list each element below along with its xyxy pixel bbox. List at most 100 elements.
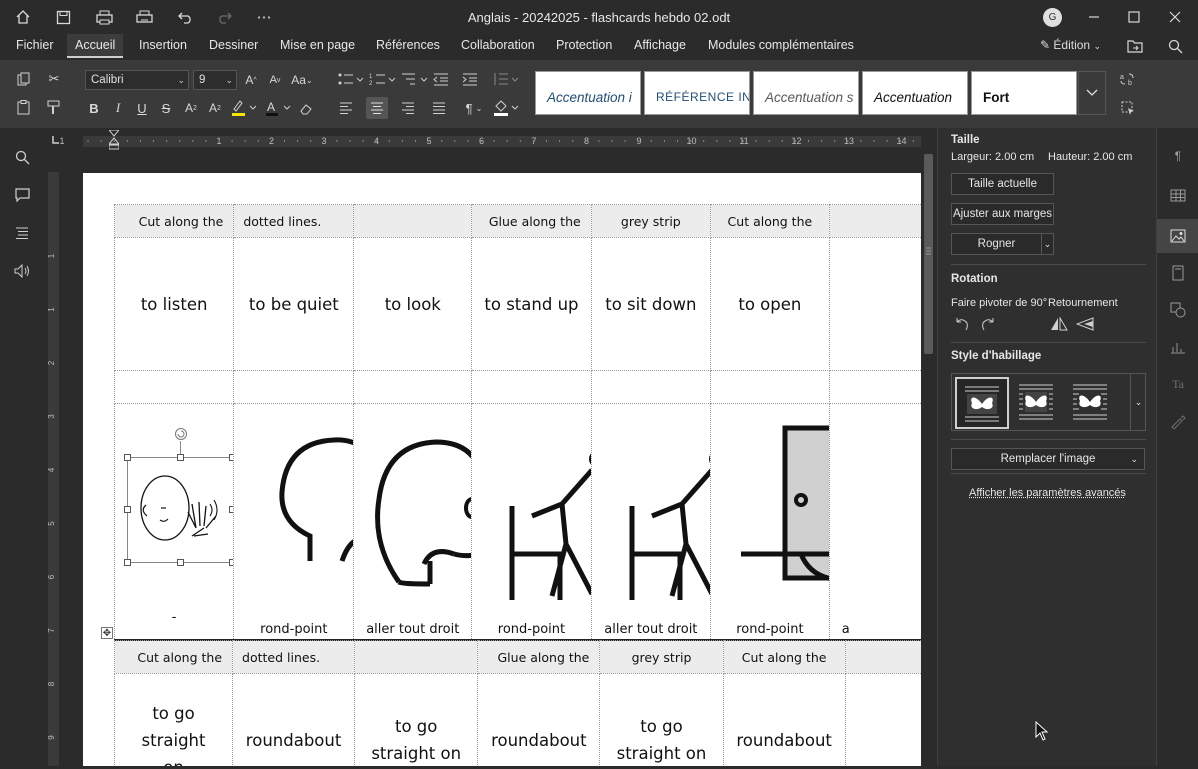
table-cell[interactable] — [115, 371, 234, 404]
table-cell[interactable]: grey strip — [591, 205, 710, 238]
user-avatar[interactable]: G — [1043, 8, 1062, 27]
align-center-icon[interactable] — [366, 97, 388, 119]
scrollbar-thumb[interactable] — [924, 154, 933, 354]
table-cell[interactable]: aller tout droit — [354, 404, 472, 640]
justify-icon[interactable] — [428, 97, 450, 119]
paragraph-settings-icon[interactable]: ¶ — [1166, 144, 1190, 168]
table-cell[interactable] — [591, 371, 710, 404]
crop-button[interactable]: Rogner — [951, 233, 1042, 255]
table-cell[interactable]: grey strip — [600, 641, 723, 674]
style-accentuation[interactable]: Accentuation — [862, 71, 968, 115]
first-line-indent-marker[interactable] — [109, 130, 119, 140]
table-cell[interactable]: to sit down — [591, 238, 710, 371]
table-cell[interactable]: Glue along the — [478, 641, 600, 674]
chart-settings-icon[interactable] — [1166, 335, 1190, 359]
resize-handle[interactable] — [177, 559, 184, 566]
decrease-indent-icon[interactable] — [430, 68, 452, 90]
flip-vertical-icon[interactable] — [1074, 313, 1096, 335]
increase-font-icon[interactable]: A ^ — [240, 69, 262, 91]
styles-expand-button[interactable] — [1078, 71, 1106, 115]
open-location-icon[interactable] — [1124, 36, 1146, 56]
increase-indent-icon[interactable] — [459, 68, 481, 90]
line-spacing-icon[interactable] — [491, 68, 521, 90]
font-size-select[interactable]: 9 ⌄ — [193, 70, 237, 90]
bold-icon[interactable]: B — [83, 97, 105, 119]
numbering-icon[interactable]: 12 — [368, 68, 398, 90]
style-fort[interactable]: Fort — [971, 71, 1077, 115]
edit-mode-button[interactable]: ✎ Édition ⌄ — [1040, 38, 1101, 52]
table-cell[interactable]: to open — [710, 238, 829, 371]
speaker-icon[interactable] — [11, 260, 33, 282]
table-cell[interactable] — [829, 205, 921, 238]
table-cell[interactable]: roundabout — [233, 674, 355, 767]
table-cell[interactable] — [845, 641, 921, 674]
replace-icon[interactable]: ab — [1117, 68, 1139, 90]
table-cell[interactable]: roundabout — [723, 674, 845, 767]
underline-icon[interactable]: U — [131, 97, 153, 119]
table-cell[interactable]: aller tout droit — [591, 404, 710, 640]
font-color-icon[interactable]: A — [262, 97, 292, 119]
align-left-icon[interactable] — [335, 97, 357, 119]
comments-icon[interactable] — [11, 184, 33, 206]
paste-icon[interactable] — [13, 96, 35, 118]
header-footer-icon[interactable] — [1166, 261, 1190, 285]
minimize-icon[interactable] — [1083, 7, 1105, 27]
table-cell[interactable] — [354, 371, 472, 404]
table-cell[interactable]: - — [115, 404, 234, 640]
table-cell[interactable] — [472, 371, 591, 404]
document-page[interactable]: Cut along the dotted lines. Glue along t… — [83, 173, 921, 766]
table-cell[interactable] — [355, 641, 478, 674]
subscript-icon[interactable]: A2 — [204, 97, 226, 119]
wrap-tight-icon[interactable] — [1065, 377, 1117, 429]
table-cell[interactable]: Cut along the — [115, 641, 233, 674]
table-cell[interactable]: Glue along the — [472, 205, 591, 238]
resize-handle[interactable] — [177, 454, 184, 461]
menu-collaboration[interactable]: Collaboration — [453, 34, 543, 58]
table-cell[interactable]: to be quiet — [234, 238, 354, 371]
table-cell[interactable]: rond-point — [472, 404, 591, 640]
text-art-icon[interactable]: Ta — [1166, 372, 1190, 396]
crop-dropdown-button[interactable]: ⌄ — [1041, 233, 1054, 255]
wrap-expand-chevron-icon[interactable]: ⌄ — [1130, 374, 1146, 430]
menu-dessiner[interactable]: Dessiner — [201, 34, 266, 58]
menu-protection[interactable]: Protection — [548, 34, 620, 58]
menu-modules[interactable]: Modules complémentaires — [700, 34, 862, 58]
cut-icon[interactable]: ✂ — [43, 68, 65, 90]
table-cell[interactable]: Cut along the — [710, 205, 829, 238]
table-cell[interactable] — [354, 205, 472, 238]
table-move-handle-icon[interactable]: ✥ — [101, 627, 113, 639]
select-icon[interactable] — [1117, 97, 1139, 119]
italic-icon[interactable]: I — [107, 97, 129, 119]
clear-format-icon[interactable] — [295, 97, 317, 119]
rotate-handle-icon[interactable] — [174, 427, 188, 441]
change-case-icon[interactable]: Aa ⌄ — [288, 69, 316, 91]
table-cell[interactable]: dotted lines. — [233, 641, 355, 674]
flashcard-table-1[interactable]: Cut along the dotted lines. Glue along t… — [114, 204, 921, 641]
table-cell[interactable] — [829, 238, 921, 371]
table-settings-icon[interactable] — [1166, 183, 1190, 207]
advanced-settings-link[interactable]: Afficher les paramètres avancés — [969, 487, 1126, 499]
table-cell[interactable]: rond-point — [710, 404, 829, 640]
rotate-right-icon[interactable] — [977, 313, 999, 335]
bullets-icon[interactable] — [336, 68, 366, 90]
table-cell[interactable]: to go straight on — [115, 674, 233, 767]
resize-handle[interactable] — [124, 454, 131, 461]
table-cell[interactable]: rond-point — [234, 404, 354, 640]
menu-accueil[interactable]: Accueil — [67, 34, 123, 58]
style-accentuation-subtle[interactable]: Accentuation s — [753, 71, 859, 115]
image-settings-icon[interactable] — [1166, 224, 1190, 248]
wrap-square-icon[interactable] — [1011, 377, 1063, 429]
selected-image[interactable] — [127, 457, 234, 563]
close-icon[interactable] — [1164, 7, 1186, 27]
document-canvas[interactable]: Cut along the dotted lines. Glue along t… — [63, 152, 921, 766]
decrease-font-icon[interactable]: Av — [264, 69, 286, 91]
table-cell[interactable]: to go straight on — [600, 674, 723, 767]
table-cell[interactable]: to look — [354, 238, 472, 371]
vertical-scrollbar[interactable] — [921, 152, 937, 766]
resize-handle[interactable] — [124, 506, 131, 513]
format-painter-icon[interactable] — [43, 96, 65, 118]
navigation-icon[interactable] — [11, 222, 33, 244]
replace-image-button[interactable]: Remplacer l'image ⌄ — [951, 448, 1145, 470]
shading-icon[interactable] — [491, 97, 521, 119]
table-cell[interactable]: to go straight on — [355, 674, 478, 767]
